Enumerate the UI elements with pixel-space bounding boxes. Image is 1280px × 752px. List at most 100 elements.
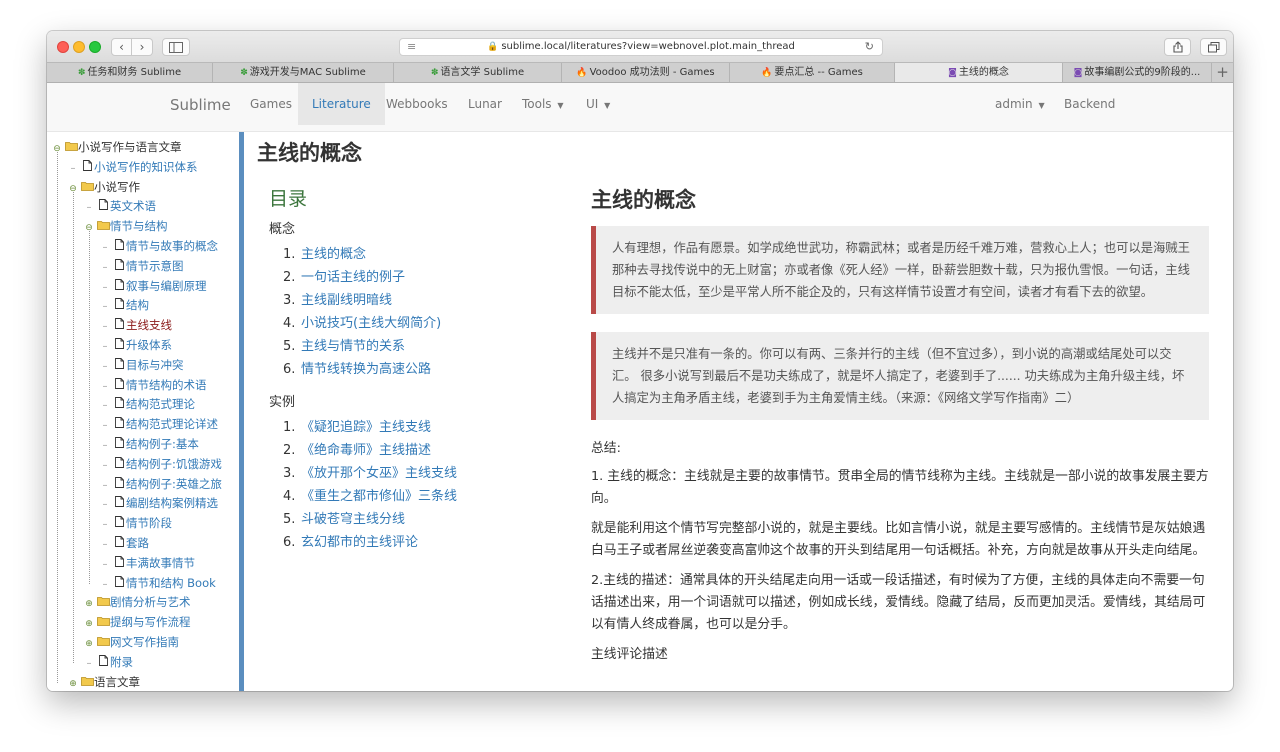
tree-item[interactable]: ⊖ 情节与结构 bbox=[82, 217, 168, 236]
tree-item-label[interactable]: 丰满故事情节 bbox=[126, 556, 195, 570]
tree-item[interactable]: – 英文术语 bbox=[82, 197, 157, 216]
back-button[interactable]: ‹ bbox=[111, 38, 132, 56]
expand-icon[interactable]: ⊕ bbox=[66, 675, 80, 691]
tree-item-label[interactable]: 网文写作指南 bbox=[110, 635, 179, 649]
tree-item[interactable]: – 情节与故事的概念 bbox=[98, 237, 219, 256]
toc-link[interactable]: 《放开那个女巫》主线支线 bbox=[301, 466, 457, 481]
tree-item-label[interactable]: 情节结构的术语 bbox=[126, 378, 207, 392]
tree-item-label[interactable]: 情节阶段 bbox=[126, 516, 172, 530]
toc-link[interactable]: 小说技巧(主线大纲简介) bbox=[301, 316, 441, 331]
tree-item[interactable]: ⊕ 剧情分析与艺术 bbox=[82, 593, 191, 614]
minimize-window-button[interactable] bbox=[73, 41, 85, 53]
tree-item[interactable]: – 结构例子:英雄之旅 bbox=[98, 475, 222, 494]
nav-webbooks[interactable]: Webbooks bbox=[386, 83, 448, 125]
tree-item[interactable]: ⊖ 小说写作 bbox=[66, 178, 140, 197]
tree-item[interactable]: – 结构 bbox=[98, 296, 150, 315]
toc-link[interactable]: 主线与情节的关系 bbox=[301, 339, 405, 354]
tree-item[interactable]: – 情节和结构 Book bbox=[98, 574, 216, 593]
nav-games[interactable]: Games bbox=[250, 83, 292, 125]
browser-tab[interactable]: 🔥 要点汇总 -- Games bbox=[730, 63, 895, 82]
browser-tab[interactable]: ◙ 主线的概念 bbox=[895, 63, 1063, 82]
browser-tab[interactable]: 🔥 Voodoo 成功法则 - Games bbox=[562, 63, 730, 82]
tree-item[interactable]: – 小说写作的知识体系 bbox=[66, 158, 198, 177]
tree-item-label[interactable]: 剧情分析与艺术 bbox=[110, 595, 191, 609]
tree-item[interactable]: – 目标与冲突 bbox=[98, 356, 184, 375]
close-window-button[interactable] bbox=[57, 41, 69, 53]
tree-item[interactable]: – 情节结构的术语 bbox=[98, 376, 207, 395]
tree-item-label[interactable]: 目标与冲突 bbox=[126, 358, 184, 372]
tree-item-label[interactable]: 套路 bbox=[126, 536, 149, 550]
tree-item[interactable]: ⊕ 网文写作指南 bbox=[82, 633, 179, 652]
nav-lunar[interactable]: Lunar bbox=[468, 83, 502, 125]
expand-icon[interactable]: ⊕ bbox=[82, 635, 96, 654]
share-button[interactable] bbox=[1164, 38, 1191, 56]
tree-item-label[interactable]: 升级体系 bbox=[126, 338, 172, 352]
address-bar[interactable]: ≡ 🔒 sublime.local/literatures?view=webnov… bbox=[399, 38, 883, 56]
tree-item-label[interactable]: 叙事与编剧原理 bbox=[126, 279, 207, 293]
tree-item-label[interactable]: 提纲与写作流程 bbox=[110, 615, 191, 629]
tree-item[interactable]: – 结构范式理论详述 bbox=[98, 415, 219, 434]
navbar: Sublime Games Literature Webbooks Lunar … bbox=[47, 83, 1233, 132]
toc-link[interactable]: 主线的概念 bbox=[301, 247, 366, 262]
tree-item-label[interactable]: 情节和结构 Book bbox=[126, 576, 216, 590]
user-dropdown[interactable]: admin ▼ bbox=[995, 83, 1045, 125]
reader-icon[interactable]: ≡ bbox=[407, 39, 416, 55]
tree-item[interactable]: – 附录 bbox=[82, 653, 134, 672]
toc-link[interactable]: 《疑犯追踪》主线支线 bbox=[301, 420, 431, 435]
tree-item-label[interactable]: 结构 bbox=[126, 298, 149, 312]
toc-link[interactable]: 《绝命毒师》主线描述 bbox=[301, 443, 431, 458]
tab-overview-button[interactable] bbox=[1200, 38, 1227, 56]
tree-item[interactable]: – 叙事与编剧原理 bbox=[98, 277, 207, 296]
sidebar-toggle-button[interactable] bbox=[162, 38, 190, 56]
reload-icon[interactable]: ↻ bbox=[865, 39, 874, 55]
forward-button[interactable]: › bbox=[132, 38, 153, 56]
tree-item[interactable]: ⊕ 提纲与写作流程 bbox=[82, 613, 191, 634]
tree-item-label[interactable]: 编剧结构案例精选 bbox=[126, 496, 218, 510]
tree-item-label[interactable]: 小说写作的知识体系 bbox=[94, 160, 198, 174]
toc-link[interactable]: 玄幻都市的主线评论 bbox=[301, 535, 418, 550]
tree-item[interactable]: – 情节阶段 bbox=[98, 514, 173, 533]
tree-item[interactable]: – 结构例子:饥饿游戏 bbox=[98, 455, 222, 474]
tree-item-label[interactable]: 主线支线 bbox=[126, 318, 172, 332]
nav-ui-dropdown[interactable]: UI ▼ bbox=[586, 83, 610, 125]
tree-item-label[interactable]: 结构例子:英雄之旅 bbox=[126, 477, 222, 491]
tree-item[interactable]: – 结构范式理论 bbox=[98, 395, 196, 414]
toc-link[interactable]: 斗破苍穹主线分线 bbox=[301, 512, 405, 527]
tree-item-label[interactable]: 情节示意图 bbox=[126, 259, 184, 273]
tree-item[interactable]: ⊕ 语言文章 bbox=[66, 673, 140, 691]
expand-icon[interactable]: ⊕ bbox=[82, 615, 96, 634]
toc-link[interactable]: 主线副线明暗线 bbox=[301, 293, 392, 308]
tree-item[interactable]: – 情节示意图 bbox=[98, 257, 184, 276]
tree-item-label[interactable]: 结构范式理论详述 bbox=[126, 417, 218, 431]
tree-item[interactable]: – 丰满故事情节 bbox=[98, 554, 196, 573]
tree-item-label[interactable]: 英文术语 bbox=[110, 199, 156, 213]
new-tab-button[interactable]: + bbox=[1212, 63, 1233, 82]
zoom-window-button[interactable] bbox=[89, 41, 101, 53]
tree-item-label[interactable]: 结构例子:基本 bbox=[126, 437, 199, 451]
nav-literature[interactable]: Literature bbox=[298, 83, 385, 125]
tree-item-label[interactable]: 情节与结构 bbox=[110, 219, 168, 233]
tree-item-label[interactable]: 结构例子:饥饿游戏 bbox=[126, 457, 222, 471]
tree-item[interactable]: – 套路 bbox=[98, 534, 150, 553]
tree-item[interactable]: – 结构例子:基本 bbox=[98, 435, 199, 454]
tree-item[interactable]: – 编剧结构案例精选 bbox=[98, 494, 219, 513]
nav-backend[interactable]: Backend bbox=[1064, 83, 1115, 125]
tree-item[interactable]: – 主线支线 bbox=[98, 316, 173, 335]
tree-item-label[interactable]: 结构范式理论 bbox=[126, 397, 195, 411]
toc-link[interactable]: 《重生之都市修仙》三条线 bbox=[301, 489, 457, 504]
summary-label: 总结: bbox=[591, 441, 621, 456]
browser-tab[interactable]: ✽ 游戏开发与MAC Sublime bbox=[213, 63, 394, 82]
tree-item-label[interactable]: 附录 bbox=[110, 655, 133, 669]
tree-item[interactable]: ⊖ 小说写作与语言文章 bbox=[50, 138, 181, 157]
expand-icon[interactable]: ⊕ bbox=[82, 595, 96, 614]
nav-tools-dropdown[interactable]: Tools ▼ bbox=[522, 83, 564, 125]
toc-link[interactable]: 一句话主线的例子 bbox=[301, 270, 405, 285]
brand-link[interactable]: Sublime bbox=[170, 83, 231, 128]
browser-tab[interactable]: ✽ 任务和财务 Sublime bbox=[47, 63, 213, 82]
tree-item-label[interactable]: 情节与故事的概念 bbox=[126, 239, 218, 253]
toc-link[interactable]: 情节线转换为高速公路 bbox=[301, 362, 431, 377]
tree-item[interactable]: – 升级体系 bbox=[98, 336, 173, 355]
browser-tab[interactable]: ◙ 故事编剧公式的9阶段的... bbox=[1063, 63, 1212, 82]
browser-tab[interactable]: ✽ 语言文学 Sublime bbox=[394, 63, 562, 82]
article: 主线的概念 人有理想，作品有愿景。如学成绝世武功，称霸武林；或者是历经千难万难，… bbox=[591, 184, 1209, 674]
